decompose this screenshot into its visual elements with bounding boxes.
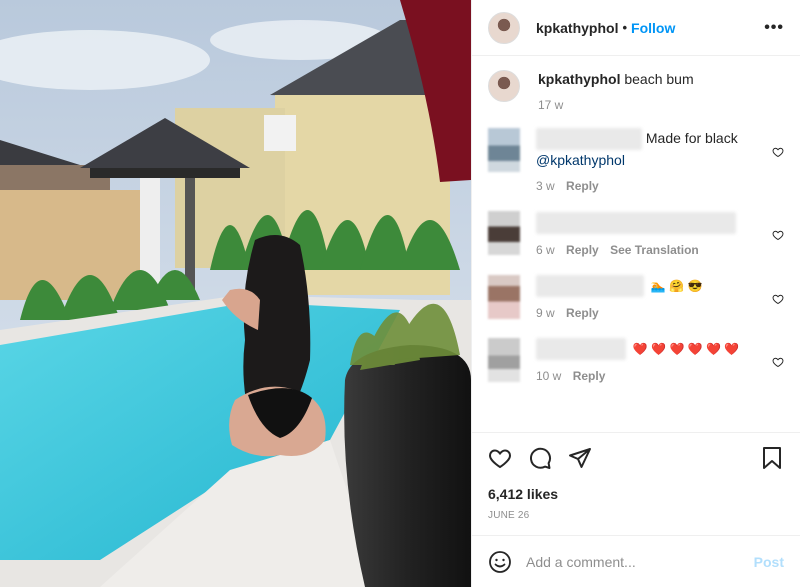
reply-button[interactable]: Reply [566, 243, 599, 257]
comment-like-icon[interactable] [772, 229, 784, 241]
share-icon[interactable] [568, 446, 592, 470]
post-image[interactable] [0, 0, 471, 587]
comment-text: ❤️ ❤️ ❤️ ❤️ ❤️ ❤️ [632, 341, 740, 356]
commenter-avatar[interactable] [488, 128, 520, 172]
comment-item: 6 w Reply See Translation [488, 211, 784, 259]
commenter-avatar[interactable] [488, 211, 520, 256]
post-comment-button[interactable]: Post [754, 554, 784, 570]
comment-time: 9 w [536, 305, 555, 320]
comment-icon[interactable] [528, 446, 552, 470]
post-actions [472, 432, 800, 482]
pool-photo [0, 0, 471, 587]
follow-button[interactable]: Follow [631, 20, 675, 36]
reply-button[interactable]: Reply [573, 369, 606, 383]
reply-button[interactable]: Reply [566, 179, 599, 193]
comment-item: ❤️ ❤️ ❤️ ❤️ ❤️ ❤️ 10 w Reply [488, 337, 784, 386]
commenter-avatar[interactable] [488, 274, 520, 319]
caption-username[interactable]: kpkathyphol [538, 71, 620, 87]
caption-time: 17 w [538, 98, 564, 112]
more-options-icon[interactable]: ••• [764, 19, 784, 37]
comment-time: 10 w [536, 369, 562, 384]
commenter-username[interactable] [536, 128, 642, 151]
comment-like-icon[interactable] [772, 146, 784, 158]
commenter-avatar[interactable] [488, 337, 520, 382]
comments-list[interactable]: kpkathyphol beach bum 17 w Made for blac… [472, 56, 800, 432]
author-avatar[interactable] [488, 11, 520, 44]
instagram-post-modal: kpkathyphol • Follow ••• kpkathyphol bea… [0, 0, 800, 587]
post-caption: kpkathyphol beach bum 17 w [488, 70, 784, 112]
comment-text: Made for black [645, 130, 738, 146]
see-translation-button[interactable]: See Translation [610, 243, 699, 257]
heart-icon[interactable] [488, 446, 512, 470]
likes-count[interactable]: 6,412 likes [472, 482, 800, 502]
comment-mention[interactable]: @kpkathyphol [536, 152, 625, 168]
author-username[interactable]: kpkathyphol [536, 20, 618, 36]
commenter-username[interactable] [536, 211, 736, 234]
caption-avatar[interactable] [488, 70, 520, 102]
post-date: JUNE 26 [488, 510, 530, 521]
comment-like-icon[interactable] [772, 356, 784, 368]
post-sidebar: kpkathyphol • Follow ••• kpkathyphol bea… [471, 0, 800, 587]
post-header: kpkathyphol • Follow ••• [472, 0, 800, 56]
smile-icon[interactable] [488, 550, 512, 574]
comment-item: 🏊 🤗 😎 9 w Reply [488, 274, 784, 323]
commenter-username[interactable] [536, 338, 626, 361]
comment-like-icon[interactable] [772, 293, 784, 305]
separator-dot: • [622, 20, 628, 35]
reply-button[interactable]: Reply [566, 306, 599, 320]
caption-text: beach bum [624, 71, 694, 87]
comment-text: 🏊 🤗 😎 [650, 278, 703, 293]
bookmark-icon[interactable] [760, 446, 784, 470]
comment-input[interactable] [526, 553, 754, 570]
comment-time: 6 w [536, 242, 555, 257]
comment-time: 3 w [536, 179, 555, 194]
comment-item: Made for black @kpkathyphol 3 w Reply [488, 128, 784, 196]
caption-text-block: kpkathyphol beach bum [538, 70, 694, 88]
commenter-username[interactable] [536, 274, 644, 297]
add-comment-bar: Post [472, 535, 800, 587]
